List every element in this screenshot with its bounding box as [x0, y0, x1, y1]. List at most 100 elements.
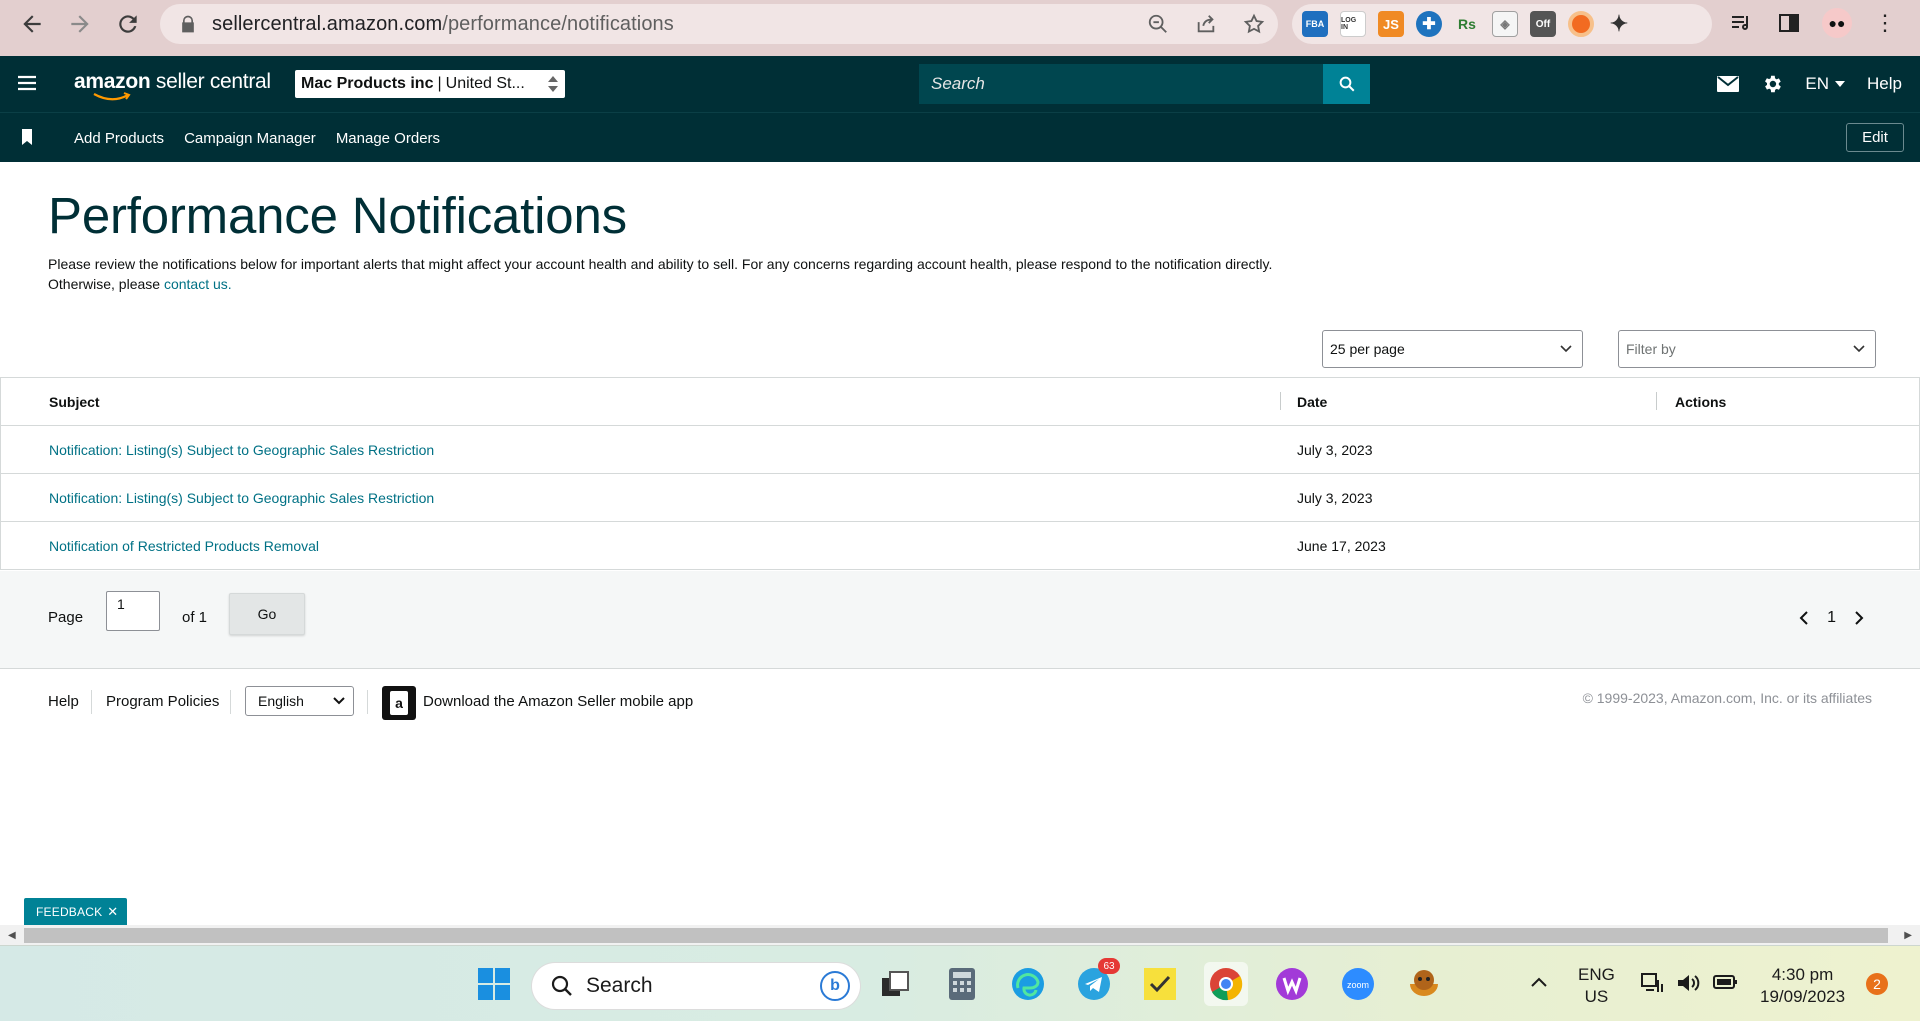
- table-row: Notification: Listing(s) Subject to Geog…: [1, 426, 1919, 474]
- media-control-icon[interactable]: [1726, 8, 1756, 38]
- bing-icon[interactable]: b: [820, 971, 850, 1001]
- column-header-subject[interactable]: Subject: [49, 378, 100, 426]
- sticky-notes-icon[interactable]: [1138, 962, 1182, 1006]
- scroll-left-icon[interactable]: ◀: [8, 930, 16, 941]
- footer-language-value: English: [258, 693, 304, 709]
- wps-office-icon[interactable]: [1270, 962, 1314, 1006]
- side-panel-icon[interactable]: [1774, 8, 1804, 38]
- page-label: Page: [48, 609, 84, 626]
- lock-icon: [182, 15, 194, 33]
- caret-down-icon: [1835, 81, 1846, 87]
- telegram-icon[interactable]: 63: [1072, 958, 1120, 1006]
- extensions-bar: FBA LOG IN JS ✚ Rs ◈ Off ✦: [1292, 4, 1712, 44]
- pagination-bar: Page of 1 Go 1: [0, 571, 1920, 669]
- feedback-tab[interactable]: FEEDBACK ✕: [24, 898, 127, 925]
- svg-text:a: a: [395, 695, 403, 711]
- fba-extension-icon[interactable]: FBA: [1302, 11, 1328, 37]
- next-page-icon[interactable]: [1854, 611, 1864, 625]
- taskbar-search[interactable]: Search b: [532, 963, 860, 1009]
- footer-language-select[interactable]: English: [245, 686, 354, 716]
- edge-browser-icon[interactable]: [1006, 962, 1050, 1006]
- nav-manage-orders[interactable]: Manage Orders: [336, 130, 440, 147]
- program-policies-link[interactable]: Program Policies: [106, 693, 219, 710]
- search-button[interactable]: [1323, 64, 1370, 104]
- login-extension-icon[interactable]: LOG IN: [1340, 11, 1366, 37]
- nav-campaign-manager[interactable]: Campaign Manager: [184, 130, 316, 147]
- footer-help-link[interactable]: Help: [48, 693, 79, 710]
- taskbar-search-label: Search: [586, 974, 653, 997]
- nav-add-products[interactable]: Add Products: [74, 130, 164, 147]
- clock[interactable]: 4:30 pm 19/09/2023: [1760, 964, 1845, 1008]
- notification-subject-link[interactable]: Notification of Restricted Products Remo…: [49, 522, 319, 570]
- more-menu-icon[interactable]: ⋮: [1870, 8, 1900, 38]
- fox-app-icon[interactable]: [1402, 962, 1446, 1006]
- back-icon[interactable]: [12, 4, 52, 44]
- input-language-indicator[interactable]: ENG US: [1578, 964, 1615, 1008]
- updown-arrows-icon: [548, 76, 558, 92]
- page-title: Performance Notifications: [48, 187, 627, 244]
- forward-icon[interactable]: [60, 4, 100, 44]
- puzzle-extensions-icon[interactable]: ✦: [1606, 11, 1632, 37]
- amazon-app-icon[interactable]: a: [382, 686, 416, 720]
- task-view-icon[interactable]: [874, 962, 918, 1006]
- js-extension-icon[interactable]: JS: [1378, 11, 1404, 37]
- hamburger-menu-icon[interactable]: [16, 74, 38, 92]
- horizontal-scrollbar[interactable]: ◀ ▶: [0, 925, 1920, 945]
- help-link[interactable]: Help: [1867, 74, 1902, 94]
- table-row: Notification: Listing(s) Subject to Geog…: [1, 474, 1919, 522]
- notification-badge[interactable]: 2: [1866, 973, 1888, 995]
- edit-bookmarks-button[interactable]: Edit: [1846, 123, 1904, 152]
- per-page-select[interactable]: 25 per page: [1322, 330, 1583, 368]
- search-icon: [1339, 76, 1354, 92]
- address-bar[interactable]: sellercentral.amazon.com/performance/not…: [160, 4, 1278, 44]
- settings-gear-icon[interactable]: [1761, 73, 1783, 95]
- contact-us-link[interactable]: contact us.: [164, 276, 232, 292]
- zoom-icon[interactable]: [1146, 12, 1170, 36]
- per-page-value: 25 per page: [1330, 341, 1405, 357]
- table-header-row: Subject Date Actions: [1, 378, 1919, 426]
- column-header-actions: Actions: [1675, 394, 1727, 410]
- bookmark-icon[interactable]: [20, 129, 34, 145]
- volume-icon[interactable]: [1676, 972, 1700, 1000]
- notification-subject-link[interactable]: Notification: Listing(s) Subject to Geog…: [49, 474, 434, 522]
- current-page-number[interactable]: 1: [1827, 609, 1836, 627]
- blue-plus-extension-icon[interactable]: ✚: [1416, 11, 1442, 37]
- mail-icon[interactable]: [1717, 76, 1740, 92]
- column-header-date[interactable]: Date: [1297, 378, 1327, 426]
- share-icon[interactable]: [1194, 12, 1218, 36]
- scrollbar-thumb[interactable]: [24, 928, 1888, 943]
- windows-start-icon[interactable]: [472, 962, 516, 1006]
- toggle-off-extension-icon[interactable]: Off: [1530, 11, 1556, 37]
- notification-date: June 17, 2023: [1297, 538, 1386, 554]
- show-hidden-icons-icon[interactable]: [1530, 972, 1548, 994]
- calculator-icon[interactable]: [940, 962, 984, 1006]
- filter-select[interactable]: Filter by: [1618, 330, 1876, 368]
- chevron-down-icon: [333, 697, 345, 705]
- box-extension-icon[interactable]: ◈: [1492, 11, 1518, 37]
- bookmark-star-icon[interactable]: [1242, 12, 1266, 36]
- download-app-link[interactable]: Download the Amazon Seller mobile app: [423, 693, 693, 710]
- previous-page-icon[interactable]: [1799, 611, 1809, 625]
- network-icon[interactable]: [1640, 972, 1664, 1000]
- telegram-badge: 63: [1098, 958, 1120, 974]
- table-row: Notification of Restricted Products Remo…: [1, 522, 1919, 570]
- orange-circle-extension-icon[interactable]: [1568, 11, 1594, 37]
- chrome-icon[interactable]: [1204, 962, 1248, 1006]
- go-button[interactable]: Go: [229, 593, 305, 635]
- store-selector[interactable]: Mac Products inc | United St...: [295, 70, 565, 98]
- notification-subject-link[interactable]: Notification: Listing(s) Subject to Geog…: [49, 426, 434, 474]
- profile-avatar-icon[interactable]: ●●: [1822, 8, 1852, 38]
- language-selector[interactable]: EN: [1805, 74, 1846, 94]
- search-input[interactable]: [919, 64, 1323, 104]
- reload-icon[interactable]: [108, 4, 148, 44]
- chevron-down-icon: [1560, 345, 1572, 353]
- page-number-input[interactable]: [106, 591, 160, 631]
- rs-extension-icon[interactable]: Rs: [1454, 11, 1480, 37]
- intro-text: Please review the notifications below fo…: [48, 256, 1273, 292]
- scroll-right-icon[interactable]: ▶: [1904, 930, 1912, 941]
- chevron-down-icon: [1853, 345, 1865, 353]
- battery-icon[interactable]: [1712, 972, 1738, 998]
- seller-central-logo[interactable]: amazon seller central: [74, 70, 271, 101]
- close-icon[interactable]: ✕: [107, 904, 118, 920]
- zoom-icon[interactable]: zoom: [1336, 962, 1380, 1006]
